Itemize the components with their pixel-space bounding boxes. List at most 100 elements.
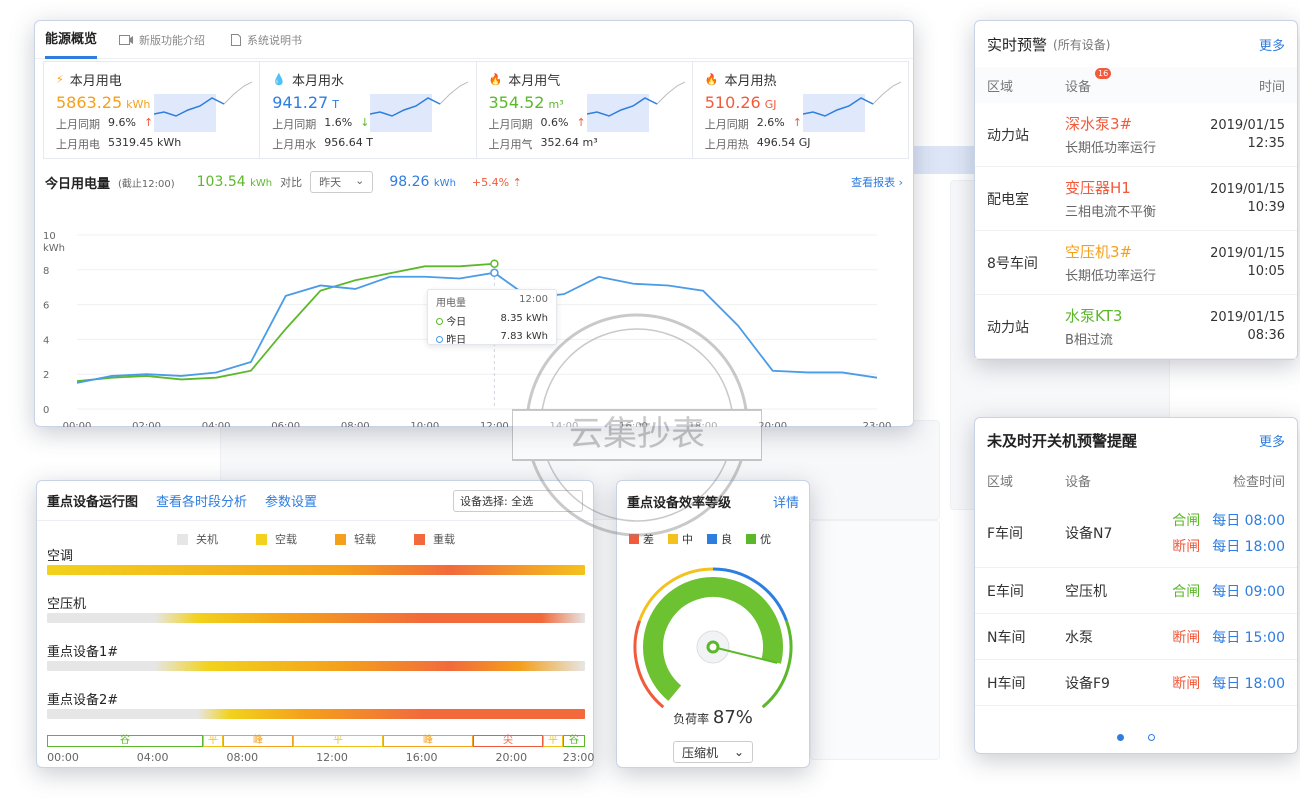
x-tick-label: 18:00	[689, 421, 718, 427]
chart-tooltip: 用电量 12:00 今日 8.35 kWh 昨日 7.83 kWh	[427, 289, 557, 346]
sparkline	[586, 81, 685, 132]
arrow-down-icon: ↓	[360, 116, 370, 129]
y-tick-label: 4	[43, 335, 49, 346]
devices-header: 重点设备运行图 查看各时段分析 参数设置 设备选择: 全选	[37, 481, 593, 521]
load-rate-gauge	[633, 567, 793, 709]
x-tick-label: 02:00	[132, 421, 161, 427]
alarm-row[interactable]: 8号车间 空压机3# 长期低功率运行 2019/01/15 10:05	[975, 231, 1297, 295]
shutdown-row[interactable]: E车间 空压机 合闸 每日 09:00	[975, 568, 1297, 614]
x-tick-label: 16:00	[619, 421, 648, 427]
pager-dot[interactable]	[1148, 734, 1155, 741]
tariff-period: 谷	[47, 735, 203, 747]
today-chart-header: 今日用电量 (截止12:00) 103.54 kWh 对比 昨天 ⌄ 98.26 …	[45, 171, 903, 193]
shutdown-header: 未及时开关机预警提醒 更多	[975, 418, 1297, 462]
legend-item: 轻载	[335, 531, 376, 547]
sparkline	[802, 81, 901, 132]
water-drop-icon: 💧	[272, 73, 286, 86]
needle-center	[706, 640, 720, 654]
load-legend: 关机 空载 轻载 重载	[177, 531, 455, 547]
alarm-row[interactable]: 配电室 变压器H1 三相电流不平衡 2019/01/15 10:39	[975, 167, 1297, 231]
x-tick-label: 20:00	[758, 421, 787, 427]
new-features-link[interactable]: 新版功能介绍	[119, 32, 205, 48]
alarm-count-badge: 16	[1095, 67, 1112, 79]
x-tick-label: 04:00	[136, 751, 169, 764]
compare-label: 对比	[280, 176, 303, 189]
video-icon	[119, 34, 134, 45]
energy-header: 能源概览 新版功能介绍 系统说明书	[35, 21, 913, 59]
today-cutoff: (截止12:00)	[118, 178, 175, 190]
energy-overview-card: 能源概览 新版功能介绍 系统说明书 ⚡ 本月用电 5863.25 kWh 上月同期 9…	[34, 20, 914, 427]
change-value: +5.4% ⇡	[471, 175, 522, 189]
efficiency-detail-link[interactable]: 详情	[773, 492, 799, 511]
device-name: 空压机	[47, 597, 87, 612]
stat-prev: 上月用气 352.64 m³	[488, 136, 598, 151]
efficiency-header: 重点设备效率等级 详情	[617, 481, 809, 521]
manual-link[interactable]: 系统说明书	[231, 32, 302, 48]
alarm-row[interactable]: 动力站 深水泵3# 长期低功率运行 2019/01/15 12:35	[975, 103, 1297, 167]
y-tick-label: 10	[43, 231, 56, 242]
shutdown-more-link[interactable]: 更多	[1259, 431, 1285, 450]
grade-legend: 差中良优	[629, 531, 771, 547]
y-tick-label: 8	[43, 266, 49, 277]
device-runtime-bar[interactable]	[47, 661, 585, 671]
stat-prev: 上月用水 956.64 T	[272, 136, 373, 151]
pager-dot-active[interactable]	[1117, 734, 1124, 741]
tariff-period: 尖	[473, 735, 543, 747]
compare-value: 98.26 kWh	[389, 174, 456, 190]
shutdown-row[interactable]: N车间 水泵 断闸 每日 15:00	[975, 614, 1297, 660]
shutdown-title: 未及时开关机预警提醒	[987, 431, 1138, 450]
efficiency-title: 重点设备效率等级	[627, 495, 732, 511]
realtime-alarm-card: 实时预警 (所有设备) 更多 区域 设备 16 时间 动力站 深水泵3# 长期低功率…	[974, 20, 1298, 360]
device-runtime-bar[interactable]	[47, 709, 585, 719]
x-tick-label: 04:00	[202, 421, 231, 427]
manual-label: 系统说明书	[247, 33, 303, 47]
device-name: 空调	[47, 549, 74, 564]
x-tick-label: 16:00	[405, 751, 438, 764]
x-tick-label: 12:00	[316, 751, 348, 764]
stat-prev: 上月用电 5319.45 kWh	[56, 136, 182, 151]
alarm-more-link[interactable]: 更多	[1259, 35, 1285, 54]
device-runtime-bar[interactable]	[47, 613, 585, 623]
hover-point	[490, 259, 499, 268]
device-type-select[interactable]: 压缩机 ⌄	[673, 741, 753, 763]
arrow-up-icon: ↑	[792, 116, 802, 129]
shutdown-table-header: 区域 设备 检查时间	[975, 462, 1297, 498]
alarm-table-header: 区域 设备 16 时间	[975, 67, 1297, 103]
y-axis-label: kWh	[43, 243, 65, 254]
today-value: 103.54 kWh	[196, 174, 273, 190]
shutdown-row[interactable]: H车间 设备F9 断闸 每日 18:00	[975, 660, 1297, 706]
period-analysis-link[interactable]: 查看各时段分析	[156, 491, 247, 510]
tariff-period: 平	[543, 735, 563, 747]
device-name: 重点设备2#	[47, 693, 119, 708]
legend-item: 空载	[256, 531, 297, 547]
param-settings-link[interactable]: 参数设置	[265, 491, 317, 510]
new-features-label: 新版功能介绍	[139, 33, 206, 47]
grade-item: 中	[668, 531, 693, 547]
load-rate: 负荷率 87%	[673, 707, 753, 728]
stat-3: 🔥 本月用热 510.26 GJ 上月同期 2.6% ↑ 上月用热 496.54 GJ	[693, 62, 908, 158]
arrow-up-icon: ↑	[576, 116, 586, 129]
x-tick-label: 08:00	[341, 421, 370, 427]
x-tick-label: 00:00	[63, 421, 92, 427]
grade-item: 优	[746, 531, 771, 547]
shutdown-row[interactable]: F车间 设备N7 合闸 每日 08:00 断闸 每日 18:00	[975, 498, 1297, 568]
y-tick-label: 2	[43, 370, 49, 381]
legend-item: 关机	[177, 531, 218, 547]
pager-dots	[975, 734, 1297, 741]
view-report-link[interactable]: 查看报表 ›	[851, 174, 903, 190]
tariff-period: 峰	[223, 735, 293, 747]
compare-select[interactable]: 昨天 ⌄	[310, 171, 374, 193]
device-col-header: 设备 16	[1065, 67, 1112, 95]
gas-flame-icon: 🔥	[488, 73, 503, 86]
alarm-header: 实时预警 (所有设备) 更多	[975, 21, 1297, 67]
alarm-row[interactable]: 动力站 水泵KT3 B相过流 2019/01/15 08:36	[975, 295, 1297, 359]
chevron-down-icon: ⌄	[733, 745, 744, 759]
document-icon	[231, 33, 242, 46]
x-tick-label: 06:00	[271, 421, 300, 427]
efficiency-grade-card: 重点设备效率等级 详情 差中良优 负荷率 87% 压缩机 ⌄	[616, 480, 810, 768]
device-select[interactable]: 设备选择: 全选	[453, 489, 583, 512]
device-runtime-bar[interactable]	[47, 565, 585, 575]
stat-prev: 上月用热 496.54 GJ	[704, 136, 811, 151]
sparkline	[154, 81, 252, 132]
x-tick-label: 00:00	[47, 751, 79, 764]
